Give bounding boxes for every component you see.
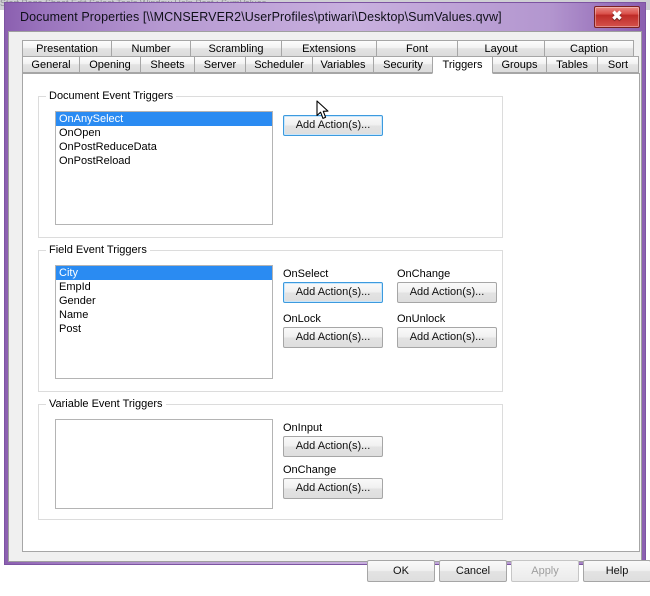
tab-layout[interactable]: Layout — [457, 40, 545, 57]
triggers-tab-page: Document Event Triggers OnAnySelect OnOpe… — [22, 73, 640, 552]
variable-event-triggers-legend: Variable Event Triggers — [46, 398, 166, 410]
tab-security[interactable]: Security — [373, 56, 433, 73]
field-event-triggers-group: Field Event Triggers City EmpId Gender Name… — [38, 244, 503, 392]
document-event-triggers-list[interactable]: OnAnySelect OnOpen OnPostReduceData OnPostR… — [55, 111, 273, 225]
tab-number[interactable]: Number — [111, 40, 191, 57]
document-event-triggers-group: Document Event Triggers OnAnySelect OnOpe… — [38, 90, 503, 238]
field-onunlock-add-action-button[interactable]: Add Action(s)... — [397, 327, 497, 348]
document-properties-dialog: Document Properties [\\MCNSERVER2\UserPr… — [4, 2, 650, 582]
close-glyph: ✖ — [611, 8, 623, 23]
tab-server[interactable]: Server — [194, 56, 246, 73]
field-event-trigger-item[interactable]: Post — [56, 322, 272, 336]
tab-label: Font — [405, 43, 428, 55]
tab-scrambling[interactable]: Scrambling — [190, 40, 282, 57]
document-event-trigger-item[interactable]: OnOpen — [56, 126, 272, 140]
tab-label: Sort — [607, 59, 629, 71]
close-icon[interactable]: ✖ — [594, 6, 640, 28]
dialog-client-area: Presentation Number Scrambling Extensions Fo… — [8, 31, 650, 582]
tab-strip: Presentation Number Scrambling Extensions Fo… — [22, 40, 640, 74]
onselect-label: OnSelect — [283, 268, 329, 280]
variable-event-triggers-list[interactable] — [55, 419, 273, 509]
field-event-trigger-item[interactable]: Gender — [56, 294, 272, 308]
document-event-trigger-item[interactable]: OnPostReload — [56, 154, 272, 168]
tab-triggers[interactable]: Triggers — [432, 56, 493, 74]
variable-event-triggers-group: Variable Event Triggers OnInput Add Acti… — [38, 398, 503, 520]
tab-label: Sheets — [150, 59, 185, 71]
tab-general[interactable]: General — [22, 56, 80, 73]
field-event-triggers-list[interactable]: City EmpId Gender Name Post — [55, 265, 273, 379]
tab-label: Extensions — [302, 43, 356, 55]
field-event-triggers-legend: Field Event Triggers — [46, 244, 150, 256]
tab-groups[interactable]: Groups — [492, 56, 547, 73]
tab-label: Scrambling — [208, 43, 264, 55]
document-event-trigger-item[interactable]: OnAnySelect — [56, 112, 272, 126]
tab-label: General — [31, 59, 71, 71]
tab-label: Triggers — [442, 59, 483, 71]
variable-onchange-add-action-button[interactable]: Add Action(s)... — [283, 478, 383, 499]
field-event-trigger-item[interactable]: EmpId — [56, 280, 272, 294]
tab-label: Variables — [320, 59, 366, 71]
tab-label: Caption — [570, 43, 608, 55]
onlock-label: OnLock — [283, 313, 321, 325]
tab-font[interactable]: Font — [376, 40, 458, 57]
tab-row-top: Presentation Number Scrambling Extensions Fo… — [22, 40, 640, 57]
help-button[interactable]: Help — [583, 560, 650, 582]
ok-button[interactable]: OK — [367, 560, 435, 582]
tab-sort[interactable]: Sort — [597, 56, 639, 73]
tab-tables[interactable]: Tables — [546, 56, 598, 73]
field-onlock-add-action-button[interactable]: Add Action(s)... — [283, 327, 383, 348]
tab-label: Security — [383, 59, 423, 71]
tab-label: Tables — [556, 59, 588, 71]
tab-presentation[interactable]: Presentation — [22, 40, 112, 57]
tab-extensions[interactable]: Extensions — [281, 40, 377, 57]
tab-opening[interactable]: Opening — [79, 56, 141, 73]
tab-label: Opening — [89, 59, 131, 71]
tab-label: Number — [131, 43, 171, 55]
document-add-action-button[interactable]: Add Action(s)... — [283, 115, 383, 136]
cancel-button[interactable]: Cancel — [439, 560, 507, 582]
onunlock-label: OnUnlock — [397, 313, 446, 325]
apply-button: Apply — [511, 560, 579, 582]
tab-scheduler[interactable]: Scheduler — [245, 56, 313, 73]
onchange-label: OnChange — [397, 268, 451, 280]
variable-onchange-label: OnChange — [283, 464, 337, 476]
field-event-trigger-item[interactable]: Name — [56, 308, 272, 322]
window-title: Document Properties [\\MCNSERVER2\UserPr… — [20, 10, 502, 24]
dialog-footer: OK Cancel Apply Help — [9, 556, 650, 596]
tab-label: Server — [203, 59, 237, 71]
oninput-label: OnInput — [283, 422, 323, 434]
document-event-trigger-item[interactable]: OnPostReduceData — [56, 140, 272, 154]
titlebar[interactable]: Document Properties [\\MCNSERVER2\UserPr… — [8, 5, 642, 31]
tab-caption[interactable]: Caption — [544, 40, 634, 57]
document-event-triggers-legend: Document Event Triggers — [46, 90, 177, 102]
tab-variables[interactable]: Variables — [312, 56, 374, 73]
field-onchange-add-action-button[interactable]: Add Action(s)... — [397, 282, 497, 303]
tab-label: Presentation — [36, 43, 98, 55]
tab-label: Layout — [484, 43, 518, 55]
tab-sheets[interactable]: Sheets — [140, 56, 195, 73]
field-event-trigger-item[interactable]: City — [56, 266, 272, 280]
field-onselect-add-action-button[interactable]: Add Action(s)... — [283, 282, 383, 303]
tab-label: Scheduler — [254, 59, 304, 71]
tab-row-bottom: General Opening Sheets Server Scheduler Varia… — [22, 56, 640, 74]
tab-label: Groups — [501, 59, 538, 71]
variable-oninput-add-action-button[interactable]: Add Action(s)... — [283, 436, 383, 457]
